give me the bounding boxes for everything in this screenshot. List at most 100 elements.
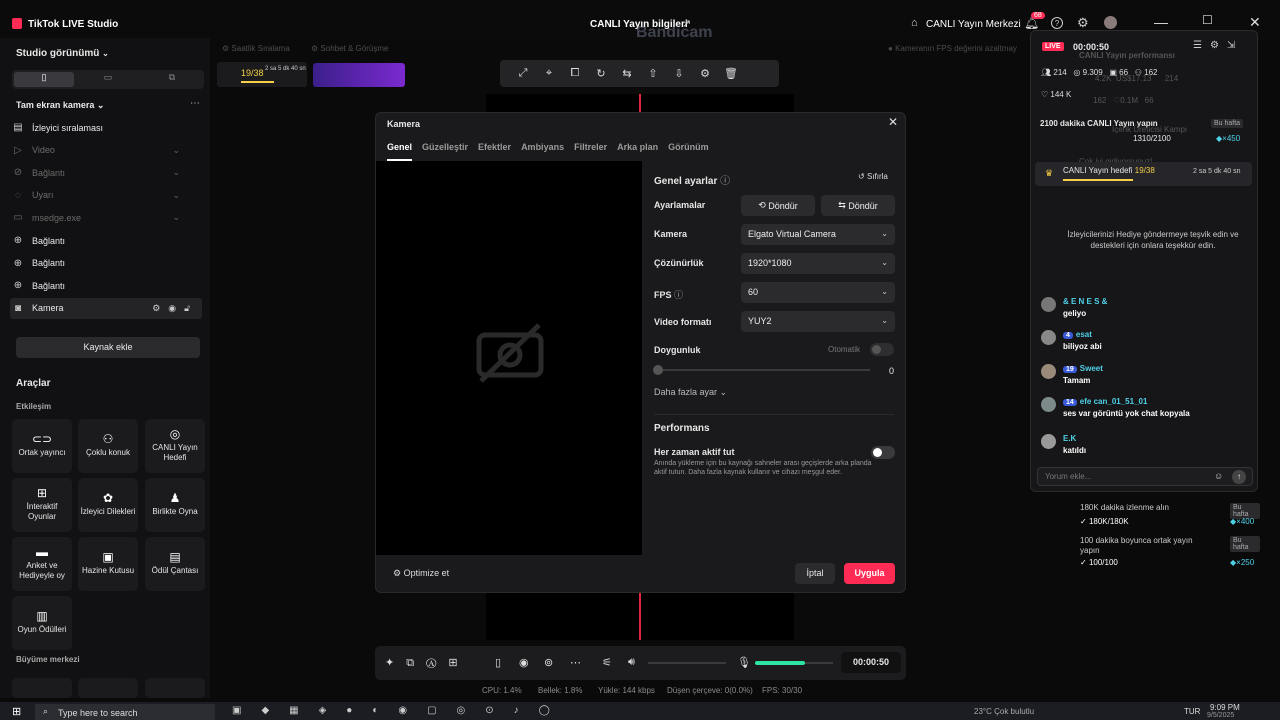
taskbar-search[interactable]: ⌕ Type here to search bbox=[35, 704, 215, 720]
chat-call-tab[interactable]: ⚙ Sohbet & Görüşme bbox=[311, 44, 388, 53]
more-settings-link[interactable]: Daha fazla ayar ⌄ bbox=[654, 387, 727, 398]
mic-volume-slider[interactable] bbox=[755, 661, 833, 665]
video-format-select[interactable]: YUY2 ⌄ bbox=[741, 311, 895, 332]
avatar[interactable] bbox=[1104, 16, 1117, 29]
tool-tile-partial[interactable] bbox=[12, 678, 72, 698]
panel-tool-icons[interactable]: ☰⚙⇲ bbox=[1193, 40, 1243, 51]
language-indicator[interactable]: TUR bbox=[1184, 707, 1200, 716]
speaker-volume-slider[interactable] bbox=[648, 662, 726, 664]
tool-tile[interactable]: ✿ İzleyici Dilekleri bbox=[78, 478, 138, 532]
minimize-icon[interactable]: — bbox=[1154, 14, 1168, 30]
layer-up-icon[interactable]: ⇧ bbox=[640, 67, 666, 80]
source-item[interactable]: ⊕ Bağlantı bbox=[12, 230, 204, 251]
source-action-icons[interactable]: ⚙◉🔓︎ bbox=[152, 303, 198, 314]
emoji-icon[interactable]: ☺ bbox=[1214, 471, 1223, 481]
settings-gear-icon[interactable]: ⚙ bbox=[692, 67, 718, 80]
live-center-link[interactable]: CANLI Yayın Merkezi bbox=[926, 19, 1021, 30]
live-goal-bar[interactable]: ♛ CANLI Yayın hedefi 19/38 2 sa 5 dk 40 … bbox=[1035, 162, 1252, 186]
camera-select[interactable]: Elgato Virtual Camera ⌄ bbox=[741, 224, 895, 245]
chevron-down-icon[interactable]: ⌄ bbox=[172, 145, 180, 156]
tab-item[interactable]: Efektler bbox=[478, 142, 511, 161]
optimize-button[interactable]: ⚙ Optimize et bbox=[393, 568, 449, 579]
saturation-slider-thumb[interactable] bbox=[653, 365, 663, 375]
tool-tile[interactable]: ⊞ İnteraktif Oyunlar bbox=[12, 478, 72, 532]
mirror-button[interactable]: ⇆ Döndür bbox=[821, 195, 895, 216]
send-icon[interactable]: ↑ bbox=[1232, 470, 1246, 484]
hourly-ranking-tab[interactable]: ⚙ Saatlik Sıralama bbox=[222, 44, 290, 53]
tab-item[interactable]: Görünüm bbox=[668, 142, 709, 161]
control-icons[interactable]: ✦⧉Ⓐ⊞ bbox=[385, 656, 470, 670]
help-icon[interactable]: ? bbox=[1051, 17, 1063, 29]
taskbar-app-icons[interactable]: ▣◆▦◈●◐◉▢◎⊙♪◯ bbox=[232, 705, 570, 716]
home-icon[interactable]: ⌂ bbox=[911, 17, 918, 29]
portrait-layout-icon[interactable]: ▯ bbox=[14, 72, 74, 87]
tab-item[interactable]: Arka plan bbox=[617, 142, 658, 161]
tab-item[interactable]: Ambiyans bbox=[521, 142, 564, 161]
clock-time[interactable]: 9:09 PM bbox=[1210, 703, 1240, 712]
mixer-icon[interactable]: ⚟ bbox=[602, 656, 612, 669]
source-item[interactable]: ▤ İzleyici sıralaması bbox=[12, 117, 204, 138]
tool-tile[interactable]: ⚇ Çoklu konuk bbox=[78, 419, 138, 473]
layer-down-icon[interactable]: ⇩ bbox=[666, 67, 692, 80]
rotate-icon[interactable]: ↻ bbox=[588, 67, 614, 80]
landscape-layout-icon[interactable]: ▭ bbox=[78, 72, 138, 87]
scene-title[interactable]: Tam ekran kamera ⌄ bbox=[16, 100, 104, 111]
tool-tile[interactable]: ▬ Anket ve Hediyeyle oy bbox=[12, 537, 72, 591]
goal-widget[interactable]: 19/38 2 sa 5 dk 40 sn bbox=[217, 62, 307, 87]
tool-tile-partial[interactable] bbox=[78, 678, 138, 698]
chat-username[interactable]: efe can_01_51_01 bbox=[1080, 397, 1148, 406]
auto-saturation-toggle[interactable] bbox=[870, 343, 894, 356]
tool-tile[interactable]: ⊂⊃ Ortak yayıncı bbox=[12, 419, 72, 473]
phone-icon[interactable]: ▯ bbox=[495, 656, 501, 669]
source-item[interactable]: ▭ msedge.exe ⌄ bbox=[12, 207, 204, 228]
chat-username[interactable]: & E N E S & bbox=[1063, 297, 1107, 306]
chat-username[interactable]: E.K bbox=[1063, 434, 1076, 443]
source-item[interactable]: ⊕ Bağlantı bbox=[12, 275, 204, 296]
comment-input[interactable]: Yorum ekle... ☺ ↑ bbox=[1037, 467, 1253, 486]
dual-layout-icon[interactable]: ⧉ bbox=[142, 72, 202, 87]
avatar[interactable] bbox=[1041, 364, 1056, 379]
crop-icon[interactable]: ⧠ bbox=[562, 67, 588, 80]
chevron-down-icon[interactable]: ⌄ bbox=[172, 212, 180, 223]
fps-select[interactable]: 60 ⌄ bbox=[741, 282, 895, 303]
source-item[interactable]: ▷ Video ⌄ bbox=[12, 140, 204, 161]
source-item[interactable]: ⊘ Bağlantı ⌄ bbox=[12, 162, 204, 183]
tool-tile[interactable]: ▤ Ödül Çantası bbox=[145, 537, 205, 591]
chevron-down-icon[interactable]: ⌄ bbox=[172, 190, 180, 201]
more-icon[interactable]: ⋯ bbox=[570, 656, 581, 669]
always-active-toggle[interactable] bbox=[871, 446, 895, 459]
delete-icon[interactable]: 🗑︎ bbox=[718, 67, 744, 80]
tab-item[interactable]: Filtreler bbox=[574, 142, 607, 161]
tab-item[interactable]: Genel bbox=[387, 142, 413, 161]
resolution-select[interactable]: 1920*1080 ⌄ bbox=[741, 253, 895, 274]
tool-tile[interactable]: ▣ Hazine Kutusu bbox=[78, 537, 138, 591]
tool-tile[interactable]: ♟ Birlikte Oyna bbox=[145, 478, 205, 532]
tab-item[interactable]: Güzelleştir bbox=[422, 142, 468, 161]
cancel-button[interactable]: İptal bbox=[795, 563, 835, 584]
more-options-icon[interactable]: ⋯ bbox=[190, 98, 200, 109]
apply-button[interactable]: Uygula bbox=[844, 563, 895, 584]
record-icon[interactable]: ◉ bbox=[519, 656, 529, 669]
avatar[interactable] bbox=[1041, 397, 1056, 412]
flip-horizontal-icon[interactable]: ⇆ bbox=[614, 67, 640, 80]
tool-tile[interactable]: ◎ CANLI Yayın Hedefi bbox=[145, 419, 205, 473]
chevron-down-icon[interactable]: ⌄ bbox=[172, 167, 180, 178]
chat-username[interactable]: esat bbox=[1076, 330, 1092, 339]
tool-tile[interactable]: ▥ Oyun Ödülleri bbox=[12, 596, 72, 650]
avatar[interactable] bbox=[1041, 330, 1056, 345]
screenshot-icon[interactable]: ⊚ bbox=[544, 656, 553, 669]
rotate-button[interactable]: ⟲ Döndür bbox=[741, 195, 815, 216]
saturation-slider[interactable] bbox=[653, 365, 870, 375]
mic-icon[interactable]: 🎙︎ bbox=[737, 656, 751, 669]
add-source-button[interactable]: Kaynak ekle bbox=[16, 337, 200, 358]
windows-start-icon[interactable]: ⊞ bbox=[12, 705, 21, 718]
dialog-close-icon[interactable]: ✕ bbox=[888, 115, 898, 129]
speaker-icon[interactable]: 🔊︎ bbox=[628, 656, 635, 669]
source-item[interactable]: ⊕ Bağlantı bbox=[12, 253, 204, 274]
avatar[interactable] bbox=[1041, 297, 1056, 312]
studio-view-title[interactable]: Studio görünümü ⌄ bbox=[16, 48, 109, 59]
fit-icon[interactable]: ⤢ bbox=[510, 67, 536, 80]
chat-username[interactable]: Sweet bbox=[1080, 364, 1103, 373]
avatar[interactable] bbox=[1041, 434, 1056, 449]
settings-icon[interactable]: ⚙ bbox=[1077, 15, 1089, 31]
